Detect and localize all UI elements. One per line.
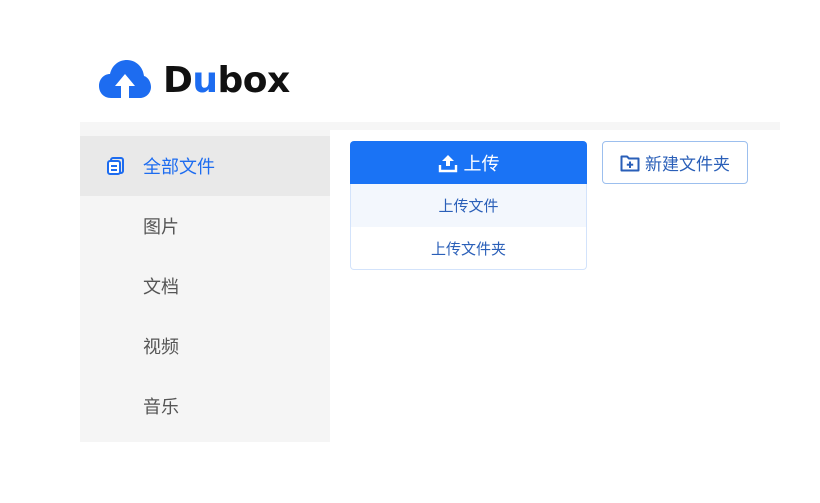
upload-icon xyxy=(438,154,457,172)
folder-plus-icon xyxy=(620,155,640,171)
sidebar-item-music[interactable]: 音乐 xyxy=(80,376,330,436)
menu-item-upload-folder[interactable]: 上传文件夹 xyxy=(351,227,586,270)
upload-button-label: 上传 xyxy=(463,153,500,175)
sidebar-item-documents[interactable]: 文档 xyxy=(80,256,330,316)
files-icon xyxy=(107,157,124,175)
sidebar-item-images[interactable]: 图片 xyxy=(80,196,330,256)
upload-dropdown-menu: 上传文件 上传文件夹 xyxy=(350,184,587,270)
sidebar-item-label: 视频 xyxy=(143,337,179,358)
new-folder-button-label: 新建文件夹 xyxy=(645,155,730,175)
upload-button[interactable]: 上传 xyxy=(350,141,587,184)
sidebar-item-all-files[interactable]: 全部文件 xyxy=(80,136,330,196)
new-folder-button[interactable]: 新建文件夹 xyxy=(602,141,748,184)
sidebar-item-label: 图片 xyxy=(143,217,179,238)
sidebar-item-label: 全部文件 xyxy=(143,157,215,178)
menu-item-upload-file[interactable]: 上传文件 xyxy=(351,184,586,227)
app-wordmark: Dubox xyxy=(163,60,290,101)
cloud-upload-logo-icon xyxy=(99,60,151,98)
sidebar: 全部文件 图片 文档 视频 音乐 xyxy=(80,130,330,442)
header-divider xyxy=(80,122,780,130)
sidebar-item-videos[interactable]: 视频 xyxy=(80,316,330,376)
sidebar-item-label: 音乐 xyxy=(143,397,179,418)
sidebar-item-label: 文档 xyxy=(143,277,179,298)
app-logo: Dubox xyxy=(99,58,290,104)
